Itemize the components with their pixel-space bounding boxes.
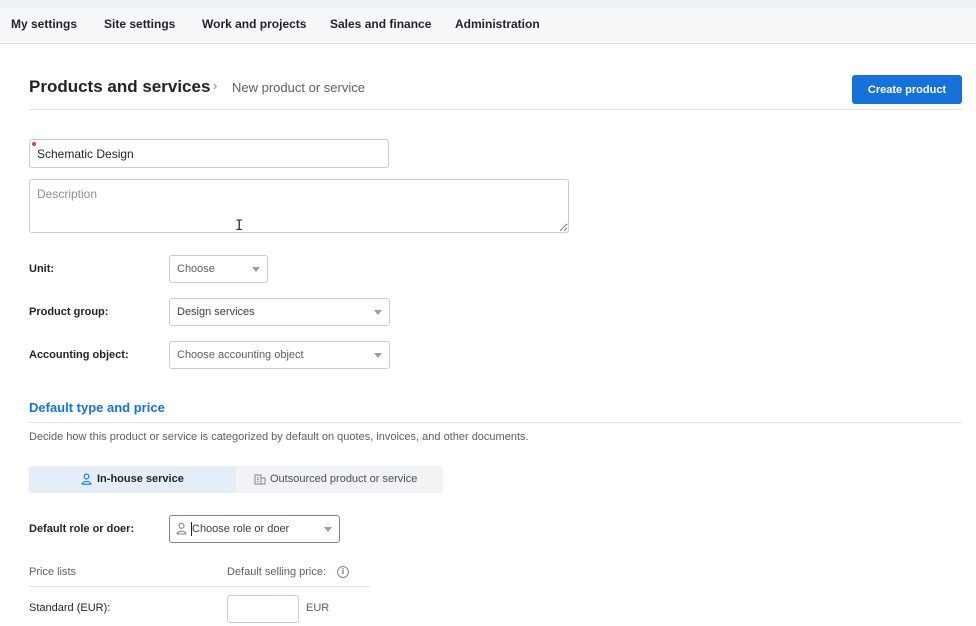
chevron-down-icon	[374, 310, 382, 315]
section-title: Default type and price	[29, 400, 165, 415]
accounting-object-select[interactable]: Choose accounting object	[169, 341, 390, 369]
person-icon	[81, 473, 92, 485]
role-select-placeholder: Choose role or doer	[192, 523, 290, 535]
currency-label: EUR	[306, 602, 330, 614]
header-divider	[29, 109, 962, 110]
default-role-label: Default role or doer:	[29, 523, 135, 535]
required-indicator-icon	[32, 142, 36, 146]
top-navigation: My settings Site settings Work and proje…	[0, 0, 976, 44]
breadcrumb-separator-icon: ›	[213, 78, 218, 93]
name-input[interactable]	[29, 139, 389, 168]
chevron-down-icon	[252, 267, 260, 272]
unit-select[interactable]: Choose	[169, 255, 268, 283]
product-group-value: Design services	[177, 306, 255, 318]
section-description: Decide how this product or service is ca…	[29, 431, 529, 443]
nav-administration[interactable]: Administration	[455, 17, 540, 31]
nav-sales-and-finance[interactable]: Sales and finance	[330, 17, 431, 31]
building-icon	[254, 474, 266, 485]
type-segmented-control: In-house service Outsourced product or s…	[29, 466, 443, 493]
option-outsourced[interactable]: Outsourced product or service	[236, 466, 443, 493]
text-cursor-icon: I	[235, 218, 244, 234]
info-icon[interactable]: i	[337, 566, 349, 578]
accounting-object-label: Accounting object:	[29, 349, 129, 361]
description-input[interactable]	[29, 179, 569, 233]
default-selling-price-header: Default selling price:	[227, 566, 327, 578]
create-product-button[interactable]: Create product	[852, 75, 962, 104]
standard-price-input[interactable]	[227, 595, 299, 623]
option-in-house-service[interactable]: In-house service	[29, 466, 236, 493]
chevron-down-icon	[324, 527, 332, 532]
person-icon	[176, 522, 187, 535]
accounting-object-value: Choose accounting object	[177, 349, 304, 361]
nav-my-settings[interactable]: My settings	[11, 17, 77, 31]
unit-label: Unit:	[29, 263, 55, 275]
product-group-label: Product group:	[29, 306, 109, 318]
breadcrumb-root[interactable]: Products and services	[29, 77, 210, 97]
option-outsourced-label: Outsourced product or service	[270, 473, 418, 485]
text-cursor-icon	[191, 522, 192, 536]
price-list-row-label: Standard (EUR):	[29, 602, 111, 614]
breadcrumb-current: New product or service	[232, 80, 365, 95]
price-lists-divider	[29, 586, 370, 587]
price-lists-header: Price lists	[29, 566, 77, 578]
unit-select-value: Choose	[177, 263, 215, 275]
option-in-house-label: In-house service	[97, 473, 184, 485]
top-strip	[0, 0, 976, 8]
role-select[interactable]: Choose role or doer	[169, 515, 340, 543]
product-group-select[interactable]: Design services	[169, 298, 390, 326]
section-divider	[29, 422, 962, 423]
chevron-down-icon	[374, 353, 382, 358]
nav-work-and-projects[interactable]: Work and projects	[202, 17, 306, 31]
nav-site-settings[interactable]: Site settings	[104, 17, 175, 31]
